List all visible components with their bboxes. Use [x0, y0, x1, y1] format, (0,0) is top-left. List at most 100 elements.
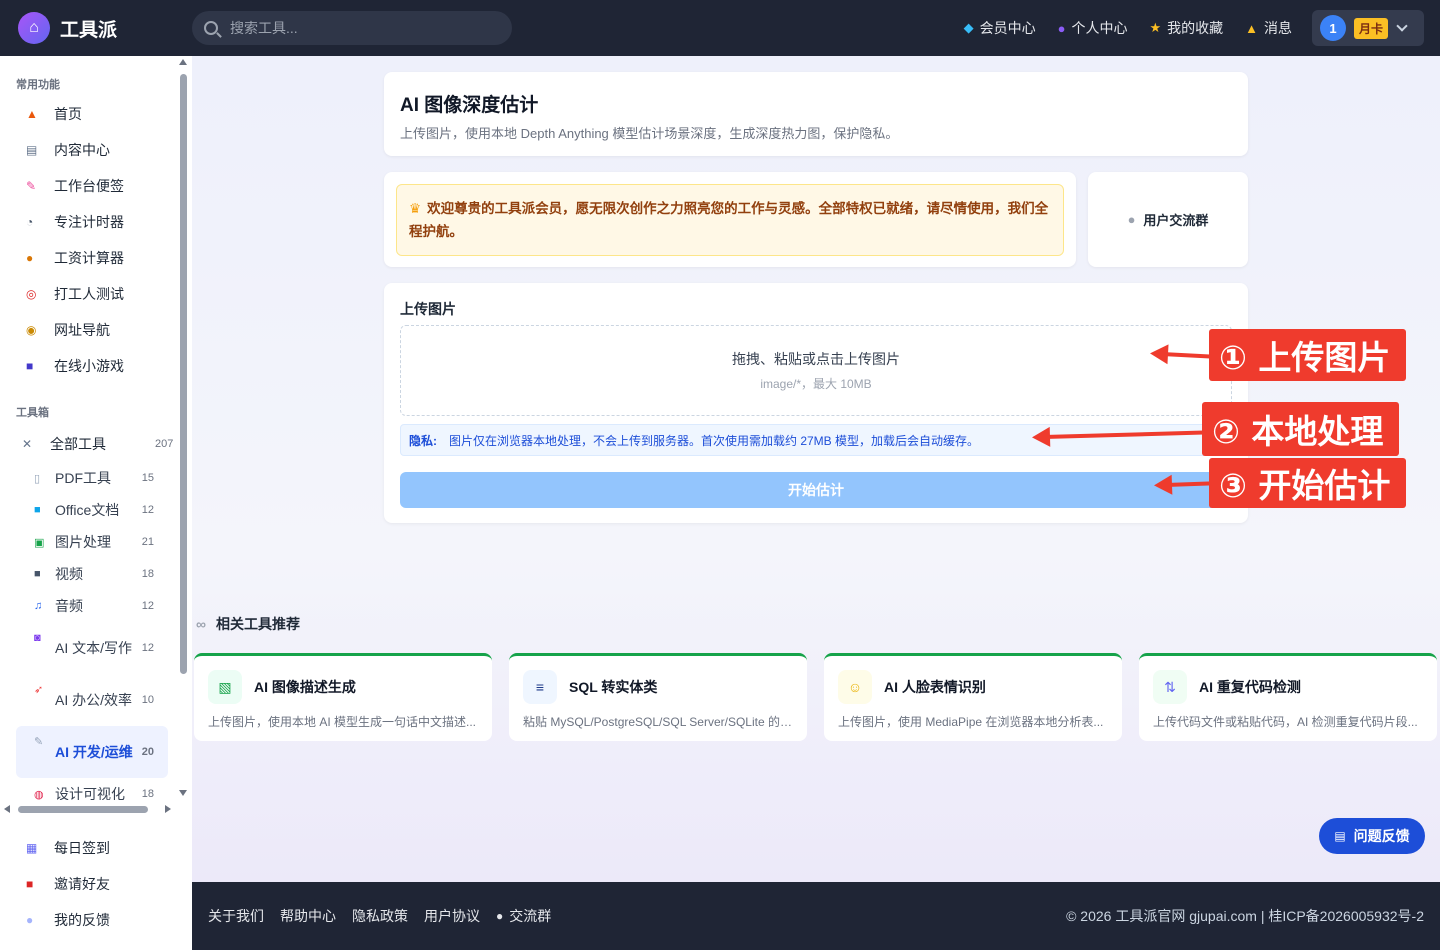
crown-icon: ♛	[409, 201, 422, 216]
nav-personal-center[interactable]: ● 个人中心	[1058, 18, 1128, 38]
sidebar-item-home[interactable]: ▲ 首页	[0, 96, 176, 132]
image-dropzone[interactable]: 拖拽、粘贴或点击上传图片 image/*，最大 10MB	[400, 325, 1232, 416]
related-title: SQL 转实体类	[569, 679, 658, 695]
category-count: 12	[141, 600, 154, 612]
sidebar-item-memo[interactable]: ✎ 工作台便签	[0, 168, 176, 204]
sidebar-category-audio[interactable]: ♫ 音频 12	[0, 590, 176, 622]
sidebar-item-label: 在线小游戏	[54, 358, 124, 374]
blue-book-icon: ■	[34, 504, 41, 516]
search-input[interactable]	[230, 20, 490, 36]
category-label: 音频	[55, 598, 83, 614]
sidebar-item-label: 网址导航	[54, 322, 110, 338]
sidebar-scroll-area[interactable]: 常用功能 ▲ 首页 ▤ 内容中心 ✎ 工作台便签 ◔ 专注计时器 ● 工资计算器 ◎ 打工人…	[0, 56, 176, 800]
scrollbar-thumb[interactable]	[18, 806, 148, 813]
page-subtitle: 上传图片，使用本地 Depth Anything 模型估计场景深度，生成深度热力…	[400, 126, 899, 141]
sidebar-item-nav[interactable]: ◉ 网址导航	[0, 312, 176, 348]
moneybag-icon: ●	[26, 251, 34, 265]
scroll-down-arrow-icon[interactable]	[179, 790, 187, 796]
sidebar-item-invite[interactable]: ■ 邀请好友	[0, 866, 192, 902]
sidebar-item-my-feedback[interactable]: ● 我的反馈	[0, 902, 192, 938]
related-title: AI 图像描述生成	[254, 679, 356, 695]
related-card[interactable]: ▧ AI 图像描述生成 上传图片，使用本地 AI 模型生成一句话中文描述...	[194, 653, 492, 741]
compass-icon: ◉	[26, 323, 37, 337]
member-welcome-banner: ♛ 欢迎尊贵的工具派会员，愿无限次创作之力照亮您的工作与灵感。全部特权已就绪，请尽…	[396, 184, 1064, 256]
code-compare-icon: ⇅	[1153, 670, 1187, 704]
sidebar-horizontal-scrollbar[interactable]	[0, 802, 178, 816]
footer-link-help[interactable]: 帮助中心	[280, 906, 336, 926]
sidebar-item-label: 全部工具	[50, 436, 106, 452]
sidebar-category-video[interactable]: ■ 视频 18	[0, 558, 176, 590]
category-label: Office文档	[55, 502, 120, 518]
title-card: AI 图像深度估计 上传图片，使用本地 Depth Anything 模型估计场…	[384, 72, 1248, 156]
scroll-up-arrow-icon[interactable]	[179, 59, 187, 65]
sidebar-item-label: 我的反馈	[54, 912, 110, 928]
top-navbar: ⌂ 工具派 ◆ 会员中心 ● 个人中心 ★ 我的收藏 ▲ 消息 1 月卡	[0, 0, 1440, 56]
nav-favorites[interactable]: ★ 我的收藏	[1149, 18, 1223, 38]
sidebar-category-office[interactable]: ■ Office文档 12	[0, 494, 176, 526]
start-estimate-button[interactable]: 开始估计	[400, 472, 1232, 508]
search-box[interactable]	[192, 11, 512, 45]
category-count: 12	[141, 642, 154, 654]
top-nav-links: ◆ 会员中心 ● 个人中心 ★ 我的收藏 ▲ 消息 1 月卡	[942, 10, 1424, 46]
sidebar-category-pdf[interactable]: ▯ PDF工具 15	[0, 462, 176, 494]
category-label: PDF工具	[55, 470, 111, 486]
person-icon: ●	[1057, 20, 1066, 36]
welcome-text: 欢迎尊贵的工具派会员，愿无限次创作之力照亮您的工作与灵感。全部特权已就绪，请尽情…	[409, 201, 1049, 239]
sidebar-item-all-tools[interactable]: ✕ 全部工具 207	[0, 426, 176, 462]
sidebar-category-ai-dev[interactable]: ✎ AI 开发/运维 20	[16, 726, 168, 778]
category-label: AI 办公/效率	[55, 692, 133, 708]
user-menu[interactable]: 1 月卡	[1312, 10, 1424, 46]
sidebar-item-salary[interactable]: ● 工资计算器	[0, 240, 176, 276]
sidebar-category-ai-office[interactable]: ➶ AI 办公/效率 10	[0, 674, 176, 726]
related-card[interactable]: ☺ AI 人脸表情识别 上传图片，使用 MediaPipe 在浏览器本地分析表.…	[824, 653, 1122, 741]
related-card[interactable]: ≡ SQL 转实体类 粘贴 MySQL/PostgreSQL/SQL Serve…	[509, 653, 807, 741]
speech-bubble-icon: ●	[496, 909, 504, 923]
scrollbar-thumb[interactable]	[180, 74, 187, 674]
sidebar-item-label: 打工人测试	[54, 286, 124, 302]
privacy-text: 图片仅在浏览器本地处理，不会上传到服务器。首次使用需加载约 27MB 模型，加载…	[449, 433, 980, 448]
search-icon	[204, 21, 218, 35]
bell-icon: ▲	[1245, 20, 1258, 36]
annotation-upload: ① 上传图片	[1209, 329, 1406, 381]
nav-member-center[interactable]: ◆ 会员中心	[964, 18, 1036, 38]
sidebar-item-checkin[interactable]: ▦ 每日签到	[0, 830, 192, 866]
palette-icon: ◍	[34, 788, 44, 801]
sidebar-item-timer[interactable]: ◔ 专注计时器	[0, 204, 176, 240]
diamond-icon: ◆	[963, 20, 974, 35]
scroll-right-arrow-icon[interactable]	[165, 805, 171, 813]
wrench-icon: ✎	[34, 736, 44, 748]
sidebar: 常用功能 ▲ 首页 ▤ 内容中心 ✎ 工作台便签 ◔ 专注计时器 ● 工资计算器 ◎ 打工人…	[0, 56, 192, 950]
related-title: AI 重复代码检测	[1199, 679, 1301, 695]
user-group-card[interactable]: ● 用户交流群	[1088, 172, 1248, 267]
footer-link-about[interactable]: 关于我们	[208, 906, 264, 926]
category-label: 设计可视化	[55, 786, 125, 800]
sidebar-item-label: 内容中心	[54, 142, 110, 158]
sidebar-category-ai-writing[interactable]: ◙ AI 文本/写作 12	[0, 622, 176, 674]
footer-group-label: 交流群	[509, 908, 552, 924]
feedback-button[interactable]: ▤ 问题反馈	[1319, 818, 1425, 854]
sidebar-item-content[interactable]: ▤ 内容中心	[0, 132, 176, 168]
feedback-button-label: 问题反馈	[1353, 828, 1410, 844]
nav-messages[interactable]: ▲ 消息	[1245, 18, 1292, 38]
sidebar-item-games[interactable]: ■ 在线小游戏	[0, 348, 176, 384]
dropzone-hint: image/*，最大 10MB	[760, 377, 872, 391]
user-group-label: 用户交流群	[1143, 213, 1209, 228]
sidebar-vertical-scrollbar[interactable]	[178, 56, 190, 800]
document-icon: ▯	[34, 472, 41, 485]
footer-link-group[interactable]: ● 交流群	[496, 906, 551, 926]
sidebar-bottom-links: ▦ 每日签到 ■ 邀请好友 ● 我的反馈	[0, 830, 192, 938]
nav-label: 消息	[1264, 20, 1292, 36]
footer-link-terms[interactable]: 用户协议	[424, 906, 480, 926]
nav-label: 我的收藏	[1167, 20, 1224, 36]
footer: 关于我们 帮助中心 隐私政策 用户协议 ● 交流群 © 2026 工具派官网 gj…	[192, 882, 1440, 950]
related-card[interactable]: ⇅ AI 重复代码检测 上传代码文件或粘贴代码，AI 检测重复代码片段...	[1139, 653, 1437, 741]
sidebar-item-worker-test[interactable]: ◎ 打工人测试	[0, 276, 176, 312]
logo-text: 工具派	[60, 19, 118, 41]
footer-link-privacy[interactable]: 隐私政策	[352, 906, 408, 926]
nav-label: 会员中心	[979, 20, 1036, 36]
sidebar-category-design[interactable]: ◍ 设计可视化 18	[0, 778, 176, 800]
upload-label: 上传图片	[400, 301, 456, 317]
scroll-left-arrow-icon[interactable]	[4, 805, 10, 813]
logo[interactable]: ⌂ 工具派	[18, 12, 192, 44]
sidebar-category-image[interactable]: ▣ 图片处理 21	[0, 526, 176, 558]
